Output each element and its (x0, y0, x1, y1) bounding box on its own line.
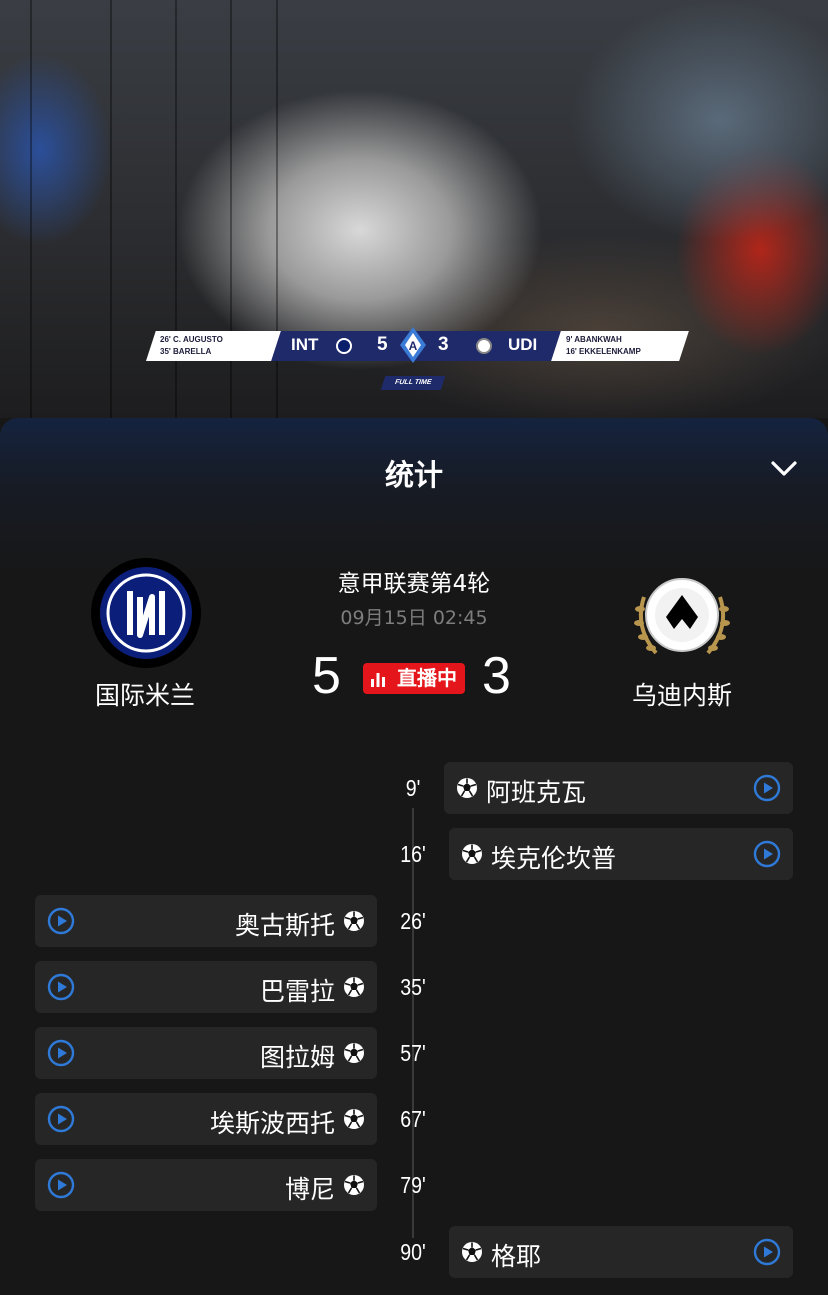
away-score-bug: 3 (438, 334, 449, 355)
goal-event-card[interactable]: 巴雷拉 (35, 961, 377, 1013)
event-minute: 16' (400, 841, 426, 867)
league-round: 意甲联赛第4轮 (337, 571, 491, 597)
home-score-bug: 5 (377, 334, 388, 355)
play-replay-icon[interactable] (47, 1105, 75, 1133)
udinese-crest-icon (476, 338, 492, 354)
score-bug: 26' C. AUGUSTO 35' BARELLA INT 5 A 3 UDI… (146, 327, 689, 363)
goal-event-card[interactable]: 图拉姆 (35, 1027, 377, 1079)
home-team-name: 国际米兰 (94, 681, 195, 710)
home-scorer: 26' C. AUGUSTO (160, 335, 223, 344)
play-replay-icon[interactable] (47, 973, 75, 1001)
live-label: 直播中 (397, 666, 457, 690)
soccer-ball-icon (343, 1042, 365, 1064)
live-badge[interactable]: 直播中 (363, 663, 465, 694)
soccer-ball-icon (343, 1174, 365, 1196)
play-replay-icon[interactable] (47, 1171, 75, 1199)
goal-event-card[interactable]: 奥古斯托 (35, 895, 377, 947)
scorer-name: 巴雷拉 (259, 977, 335, 1006)
away-score: 3 (482, 647, 511, 705)
away-scorer: 9' ABANKWAH (566, 335, 622, 344)
match-datetime: 09月15日 02:45 (340, 607, 488, 629)
home-scorers: 26' C. AUGUSTO 35' BARELLA (160, 334, 223, 358)
inter-logo-icon (91, 558, 201, 668)
full-time-label: FULL TIME (380, 376, 446, 390)
scorer-name: 埃斯波西托 (209, 1109, 335, 1138)
scorer-name: 埃克伦坎普 (491, 844, 617, 873)
away-abbr: UDI (508, 335, 538, 354)
event-minute: 9' (405, 775, 421, 801)
play-replay-icon[interactable] (753, 840, 781, 868)
serie-a-logo-icon: A (400, 327, 426, 363)
event-minute: 90' (400, 1239, 426, 1265)
event-minute: 57' (400, 1040, 426, 1066)
scorer-name: 图拉姆 (259, 1043, 335, 1072)
soccer-ball-icon (461, 1241, 483, 1263)
svg-text:A: A (409, 339, 418, 353)
event-minute: 26' (400, 908, 426, 934)
soccer-ball-icon (343, 976, 365, 998)
away-scorers: 9' ABANKWAH 16' EKKELENKAMP (566, 334, 641, 358)
soccer-ball-icon (343, 1108, 365, 1130)
chevron-down-icon[interactable] (770, 460, 798, 478)
play-replay-icon[interactable] (753, 774, 781, 802)
soccer-ball-icon (343, 910, 365, 932)
play-replay-icon[interactable] (47, 907, 75, 935)
soccer-ball-icon (456, 777, 478, 799)
scorer-name: 格耶 (491, 1242, 542, 1271)
scorer-name: 博尼 (284, 1175, 335, 1204)
goal-event-card[interactable]: 阿班克瓦 (444, 762, 793, 814)
goal-event-card[interactable]: 埃克伦坎普 (449, 828, 793, 880)
away-scorer: 16' EKKELENKAMP (566, 347, 641, 356)
scorer-name: 阿班克瓦 (486, 778, 587, 807)
goal-event-card[interactable]: 格耶 (449, 1226, 793, 1278)
net-line (30, 0, 32, 418)
play-replay-icon[interactable] (753, 1238, 781, 1266)
event-minute: 79' (400, 1172, 426, 1198)
goal-event-card[interactable]: 埃斯波西托 (35, 1093, 377, 1145)
scorer-name: 奥古斯托 (234, 911, 335, 940)
udinese-logo-icon (634, 578, 730, 655)
play-replay-icon[interactable] (47, 1039, 75, 1067)
event-minute: 67' (400, 1106, 426, 1132)
soccer-ball-icon (461, 843, 483, 865)
inter-crest-icon (336, 338, 352, 354)
stats-panel: 统计 国际米兰 意甲联赛第4轮 09月15日 02:45 5 直播中 3 乌迪内… (0, 418, 828, 1295)
match-video[interactable]: 26' C. AUGUSTO 35' BARELLA INT 5 A 3 UDI… (0, 0, 828, 418)
goal-event-card[interactable]: 博尼 (35, 1159, 377, 1211)
live-bars-icon (371, 673, 385, 687)
net-line (110, 0, 112, 418)
panel-title: 统计 (384, 458, 443, 492)
home-scorer: 35' BARELLA (160, 347, 212, 356)
event-minute: 35' (400, 974, 426, 1000)
home-score: 5 (312, 647, 341, 705)
away-team-name: 乌迪内斯 (631, 681, 732, 710)
home-abbr: INT (291, 335, 319, 354)
